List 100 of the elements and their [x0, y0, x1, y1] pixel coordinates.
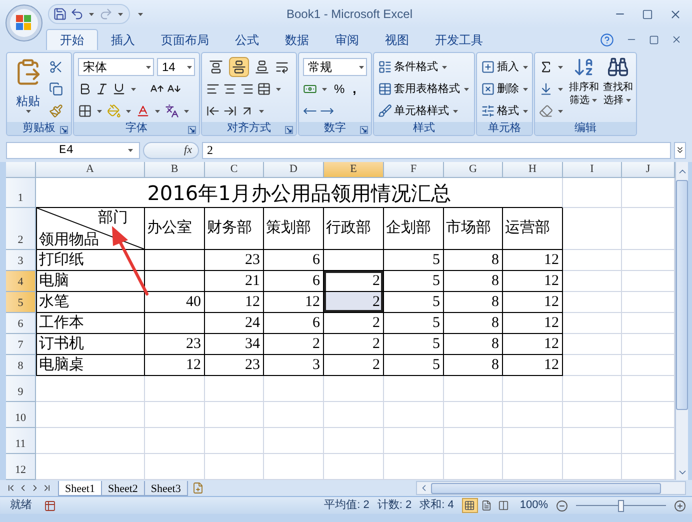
caret-icon[interactable] [626, 99, 630, 102]
underline-icon[interactable] [112, 82, 126, 96]
caret-icon[interactable] [89, 12, 94, 16]
font-name-field[interactable]: 宋体 [78, 58, 154, 76]
horizontal-scrollbar[interactable] [416, 481, 686, 495]
ribbon-tab[interactable]: 插入 [98, 29, 148, 50]
first-sheet-icon[interactable] [6, 483, 16, 493]
sheet-icon[interactable] [44, 500, 56, 512]
column-header[interactable]: C [205, 162, 264, 178]
cell-action-icon[interactable] [481, 60, 495, 74]
row-header[interactable]: 2 [6, 208, 36, 250]
save-icon[interactable] [53, 7, 67, 21]
scroll-thumb[interactable] [431, 482, 661, 494]
cell-action-icon[interactable] [481, 82, 495, 96]
zoom-in-icon[interactable] [674, 500, 686, 512]
sheet-tab[interactable]: Sheet3 [144, 480, 188, 496]
ribbon-tab[interactable]: 数据 [272, 29, 322, 50]
caret-icon[interactable] [523, 88, 528, 90]
row-header[interactable]: 7 [6, 334, 36, 355]
sheet-tab[interactable]: Sheet2 [102, 480, 145, 496]
paintbrush-icon[interactable] [49, 104, 63, 118]
row-header[interactable]: 9 [6, 376, 36, 402]
paste-button[interactable]: 粘贴 [11, 56, 45, 122]
cell-action-icon[interactable] [481, 104, 495, 118]
column-header[interactable]: J [622, 162, 675, 178]
ribbon-tab[interactable]: 页面布局 [148, 29, 222, 50]
zoom-track[interactable] [576, 500, 666, 512]
style-icon[interactable] [378, 104, 392, 118]
name-box[interactable]: E4 [6, 142, 140, 158]
wrap-text-icon[interactable] [275, 60, 289, 74]
caret-icon[interactable] [146, 66, 151, 68]
column-header[interactable]: F [384, 162, 444, 178]
ribbon-tab[interactable]: 视图 [372, 29, 422, 50]
caret-icon[interactable] [26, 110, 30, 113]
caret-icon[interactable] [97, 110, 102, 112]
caret-icon[interactable] [523, 110, 528, 112]
close-icon[interactable] [669, 8, 682, 20]
number-format-field[interactable]: 常规 [303, 58, 367, 76]
increase-indent-icon[interactable] [223, 104, 237, 118]
ribbon-tab[interactable]: 开始 [46, 29, 98, 50]
caret-icon[interactable] [155, 110, 160, 112]
caret-icon[interactable] [442, 66, 447, 68]
cut-icon[interactable] [49, 60, 63, 74]
style-menu-button[interactable]: 条件格式 [378, 58, 449, 76]
undo-icon[interactable] [70, 7, 84, 21]
dialog-launcher-icon[interactable] [360, 126, 368, 134]
row-header[interactable]: 4 [6, 271, 36, 292]
column-header[interactable]: G [444, 162, 503, 178]
zoom-out-icon[interactable] [556, 500, 568, 512]
row-header[interactable]: 10 [6, 402, 36, 428]
cell-menu-button[interactable]: 删除 [481, 80, 530, 98]
align-left-icon[interactable] [206, 82, 220, 96]
fill-icon[interactable] [539, 82, 553, 96]
column-header[interactable]: B [145, 162, 205, 178]
italic-icon[interactable] [95, 82, 109, 96]
caret-icon[interactable] [118, 12, 123, 16]
sum-icon[interactable] [539, 60, 553, 74]
caret-icon[interactable] [359, 66, 364, 68]
caret-icon[interactable] [453, 110, 458, 112]
caret-icon[interactable] [138, 12, 143, 16]
fill-color-icon[interactable] [107, 104, 121, 118]
caret-icon[interactable] [558, 88, 563, 90]
sheet-tab[interactable]: Sheet1 [58, 480, 102, 496]
phonetic-icon[interactable] [165, 104, 179, 118]
eraser-icon[interactable] [539, 104, 553, 118]
align-center-icon[interactable] [223, 82, 237, 96]
caret-icon[interactable] [276, 88, 281, 90]
copy-icon[interactable] [49, 82, 63, 96]
caret-icon[interactable] [259, 110, 264, 112]
formula-input[interactable]: 2 [202, 142, 671, 158]
column-header[interactable]: E [324, 162, 384, 178]
dialog-launcher-icon[interactable] [188, 126, 196, 134]
maximize-icon[interactable] [642, 8, 653, 20]
zoom-thumb[interactable] [618, 500, 624, 512]
style-menu-button[interactable]: 单元格样式 [378, 102, 460, 120]
column-header[interactable]: D [264, 162, 324, 178]
caret-icon[interactable] [558, 66, 563, 68]
caret-icon[interactable] [558, 110, 563, 112]
caret-icon[interactable] [184, 110, 189, 112]
dialog-launcher-icon[interactable] [60, 126, 68, 134]
style-menu-button[interactable]: 套用表格格式 [378, 80, 471, 98]
scroll-thumb[interactable] [676, 180, 688, 410]
column-header[interactable]: A [36, 162, 145, 178]
column-header[interactable]: I [563, 162, 622, 178]
font-color-icon[interactable] [136, 104, 150, 118]
last-sheet-icon[interactable] [42, 483, 52, 493]
restore-icon[interactable] [649, 34, 659, 44]
border-icon[interactable] [78, 104, 92, 118]
caret-icon[interactable] [187, 66, 192, 68]
view-button[interactable] [462, 498, 478, 513]
row-header[interactable]: 3 [6, 250, 36, 271]
bold-icon[interactable] [78, 82, 92, 96]
ribbon-tab[interactable]: 审阅 [322, 29, 372, 50]
row-header[interactable]: 8 [6, 355, 36, 376]
expand-icon[interactable] [675, 145, 685, 155]
zoom-level[interactable]: 100% [520, 497, 548, 514]
row-header[interactable]: 12 [6, 454, 36, 480]
insert-sheet-icon[interactable] [192, 482, 204, 494]
row-header[interactable]: 6 [6, 313, 36, 334]
caret-icon[interactable] [128, 148, 133, 152]
